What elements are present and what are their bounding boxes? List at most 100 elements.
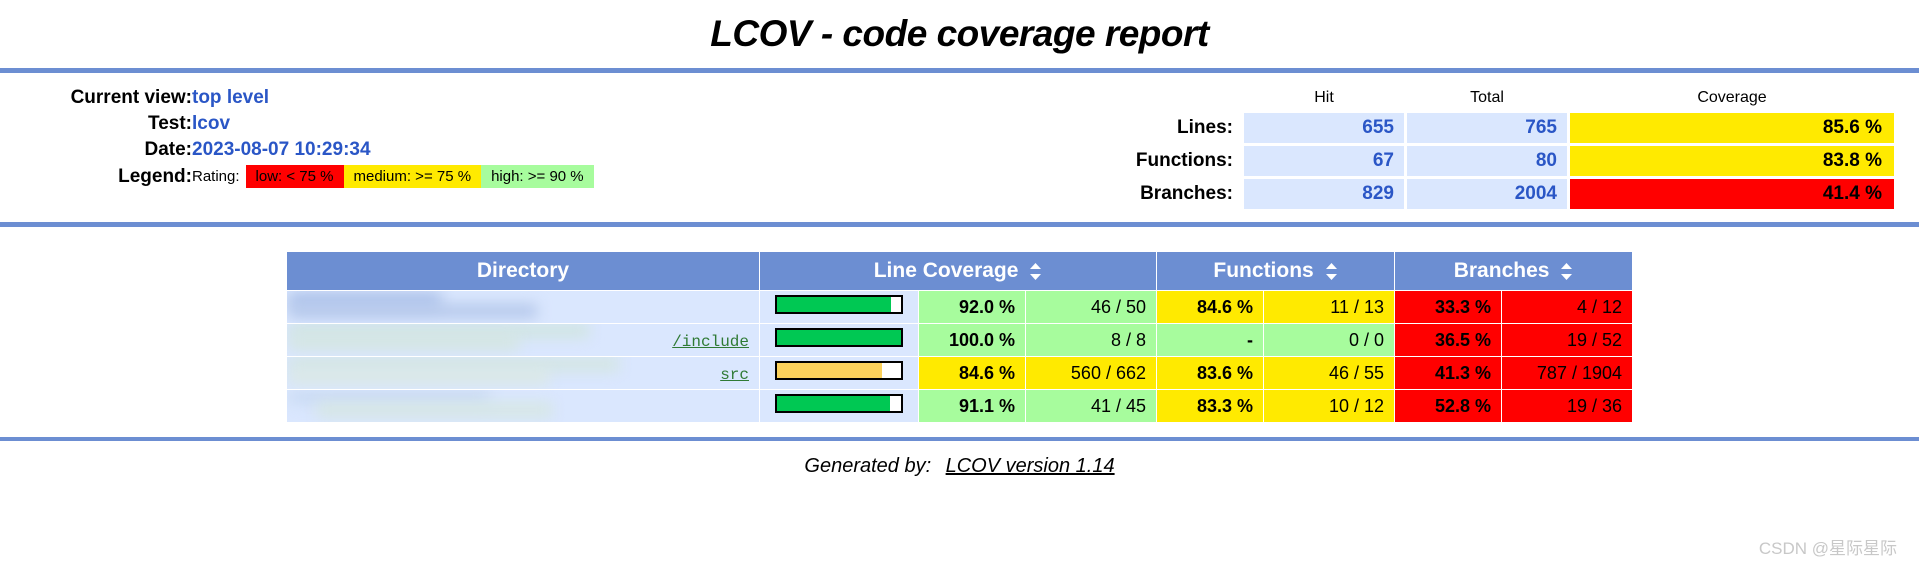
functions-percent: 83.6 % [1157, 357, 1263, 389]
metadata-row-date: Date: 2023-08-07 10:29:34 [0, 137, 594, 163]
summary-label-branches: Branches: [1140, 183, 1233, 204]
line-coverage-percent: 84.6 % [919, 357, 1025, 389]
directory-cell[interactable] [287, 390, 759, 422]
functions-percent: 84.6 % [1157, 291, 1263, 323]
directory-coverage-table: Directory Line Coverage Functions Branch… [286, 251, 1633, 423]
redaction-smudge [289, 370, 549, 384]
directory-cell[interactable]: src [287, 357, 759, 389]
functions-ratio: 46 / 55 [1264, 357, 1394, 389]
summary-lines-coverage: 85.6 % [1570, 113, 1894, 143]
summary-col-coverage: Coverage [1697, 89, 1767, 106]
sort-toggle-icon[interactable] [1029, 262, 1042, 280]
branches-ratio: 19 / 52 [1502, 324, 1632, 356]
footer-spacer [0, 423, 1919, 437]
legend-item-low: low: < 75 % [245, 165, 344, 188]
line-coverage-bar-cell [760, 390, 918, 422]
metadata-row-test: Test: lcov [0, 111, 594, 137]
rating-label: Rating: [192, 168, 240, 185]
column-header-functions-label: Functions [1213, 259, 1314, 282]
coverage-bar [775, 361, 903, 380]
report-title-bar: LCOV - code coverage report [0, 0, 1919, 68]
redaction-smudge [289, 293, 441, 308]
current-view-value[interactable]: top level [192, 85, 594, 111]
report-metadata: Current view: top level Test: lcov Date:… [0, 85, 1010, 190]
column-header-branches[interactable]: Branches [1395, 252, 1632, 290]
summary-label-functions: Functions: [1135, 150, 1233, 171]
branches-percent: 36.5 % [1395, 324, 1501, 356]
branches-ratio: 787 / 1904 [1502, 357, 1632, 389]
table-row[interactable]: 91.1 % 41 / 45 83.3 % 10 / 12 52.8 % 19 … [287, 390, 1632, 422]
summary-branches-total: 2004 [1407, 179, 1567, 209]
column-header-branches-label: Branches [1453, 259, 1550, 282]
directory-cell[interactable]: /include [287, 324, 759, 356]
summary-lines-total: 765 [1407, 113, 1567, 143]
sort-toggle-icon[interactable] [1325, 262, 1338, 280]
current-view-label: Current view: [70, 87, 192, 108]
legend-item-high: high: >= 90 % [481, 165, 594, 188]
summary-row-functions: Functions: 67 80 83.8 % [1135, 146, 1894, 176]
summary-functions-coverage: 83.8 % [1570, 146, 1894, 176]
coverage-header-row: Directory Line Coverage Functions Branch… [287, 252, 1632, 290]
line-coverage-ratio: 8 / 8 [1026, 324, 1156, 356]
legend-group: Rating: low: < 75 % medium: >= 75 % high… [192, 165, 594, 188]
summary-col-total: Total [1470, 89, 1504, 106]
table-row[interactable]: /include 100.0 % 8 / 8 - 0 / 0 36.5 % 19… [287, 324, 1632, 356]
generated-by-label: Generated by: [804, 455, 932, 477]
directory-link[interactable]: src [720, 366, 749, 384]
line-coverage-percent: 91.1 % [919, 390, 1025, 422]
lcov-version-link[interactable]: LCOV version 1.14 [946, 455, 1115, 477]
line-coverage-ratio: 41 / 45 [1026, 390, 1156, 422]
coverage-bar [775, 295, 903, 314]
column-header-directory[interactable]: Directory [287, 252, 759, 290]
line-coverage-bar-cell [760, 357, 918, 389]
table-row[interactable]: 92.0 % 46 / 50 84.6 % 11 / 13 33.3 % 4 /… [287, 291, 1632, 323]
coverage-bar [775, 394, 903, 413]
header-zone: Current view: top level Test: lcov Date:… [0, 73, 1919, 222]
line-coverage-ratio: 560 / 662 [1026, 357, 1156, 389]
summary-branches-hit: 829 [1244, 179, 1404, 209]
metadata-row-legend: Legend: Rating: low: < 75 % medium: >= 7… [0, 163, 594, 190]
csdn-watermark: CSDN @星际星际 [1758, 539, 1897, 558]
redaction-smudge [289, 336, 519, 350]
summary-label-lines: Lines: [1177, 117, 1233, 138]
line-coverage-ratio: 46 / 50 [1026, 291, 1156, 323]
summary-row-branches: Branches: 829 2004 41.4 % [1135, 179, 1894, 209]
functions-percent: 83.3 % [1157, 390, 1263, 422]
functions-percent: - [1157, 324, 1263, 356]
test-label: Test: [148, 113, 192, 134]
summary-col-hit: Hit [1314, 89, 1334, 106]
column-header-line-coverage-label: Line Coverage [873, 259, 1019, 282]
metadata-table: Current view: top level Test: lcov Date:… [0, 85, 594, 190]
table-row[interactable]: src 84.6 % 560 / 662 83.6 % 46 / 55 41.3… [287, 357, 1632, 389]
summary-corner-cell [1135, 88, 1241, 110]
column-header-functions[interactable]: Functions [1157, 252, 1394, 290]
functions-ratio: 0 / 0 [1264, 324, 1394, 356]
summary-coverage-panel: Hit Total Coverage Lines: 655 765 85.6 %… [1010, 85, 1919, 212]
redaction-smudge [289, 304, 537, 318]
line-coverage-bar-cell [760, 324, 918, 356]
redaction-smudge [289, 324, 589, 337]
test-value: lcov [192, 113, 231, 134]
redaction-smudge [317, 403, 552, 417]
legend-item-medium: medium: >= 75 % [343, 165, 482, 188]
footer-zone: Generated by: LCOV version 1.14 [0, 441, 1919, 478]
column-header-line-coverage[interactable]: Line Coverage [760, 252, 1156, 290]
coverage-bar [775, 328, 903, 347]
summary-branches-coverage: 41.4 % [1570, 179, 1894, 209]
summary-header-row: Hit Total Coverage [1135, 88, 1894, 110]
metadata-row-current-view: Current view: top level [0, 85, 594, 111]
branches-percent: 52.8 % [1395, 390, 1501, 422]
current-view-link[interactable]: top level [192, 87, 269, 108]
directory-cell[interactable] [287, 291, 759, 323]
summary-functions-hit: 67 [1244, 146, 1404, 176]
summary-functions-total: 80 [1407, 146, 1567, 176]
directory-link[interactable]: /include [672, 333, 749, 351]
sort-toggle-icon[interactable] [1560, 262, 1573, 280]
branches-percent: 33.3 % [1395, 291, 1501, 323]
branches-ratio: 4 / 12 [1502, 291, 1632, 323]
line-coverage-bar-cell [760, 291, 918, 323]
summary-row-lines: Lines: 655 765 85.6 % [1135, 113, 1894, 143]
column-header-directory-label: Directory [476, 259, 570, 282]
directory-coverage-zone: Directory Line Coverage Functions Branch… [0, 227, 1919, 423]
page-title: LCOV - code coverage report [710, 13, 1209, 54]
